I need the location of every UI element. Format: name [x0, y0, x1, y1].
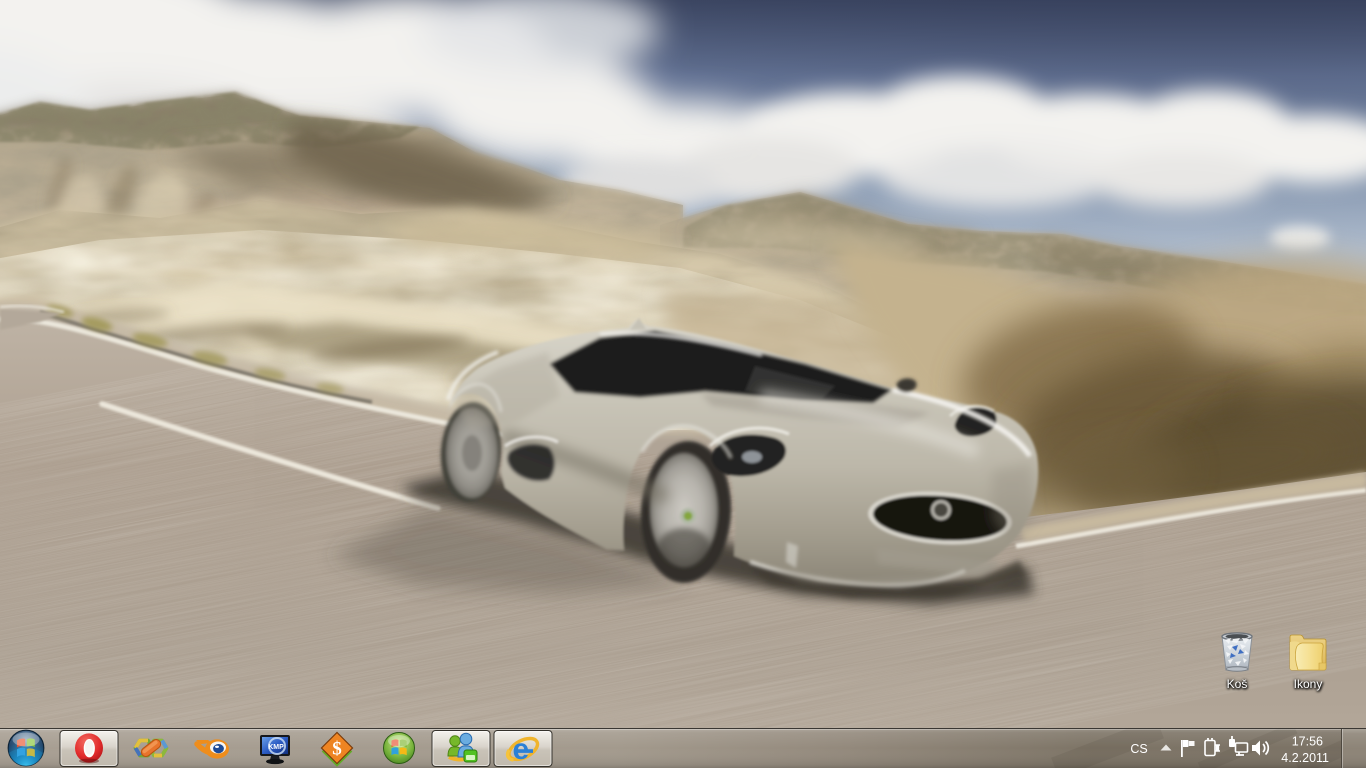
svg-text:4.2.2011: 4.2.2011	[1281, 751, 1329, 765]
svg-text:17:56: 17:56	[1292, 735, 1323, 749]
svg-text:CS: CS	[1130, 742, 1147, 756]
svg-text:KMP: KMP	[268, 744, 284, 751]
svg-text:$: $	[332, 739, 342, 760]
